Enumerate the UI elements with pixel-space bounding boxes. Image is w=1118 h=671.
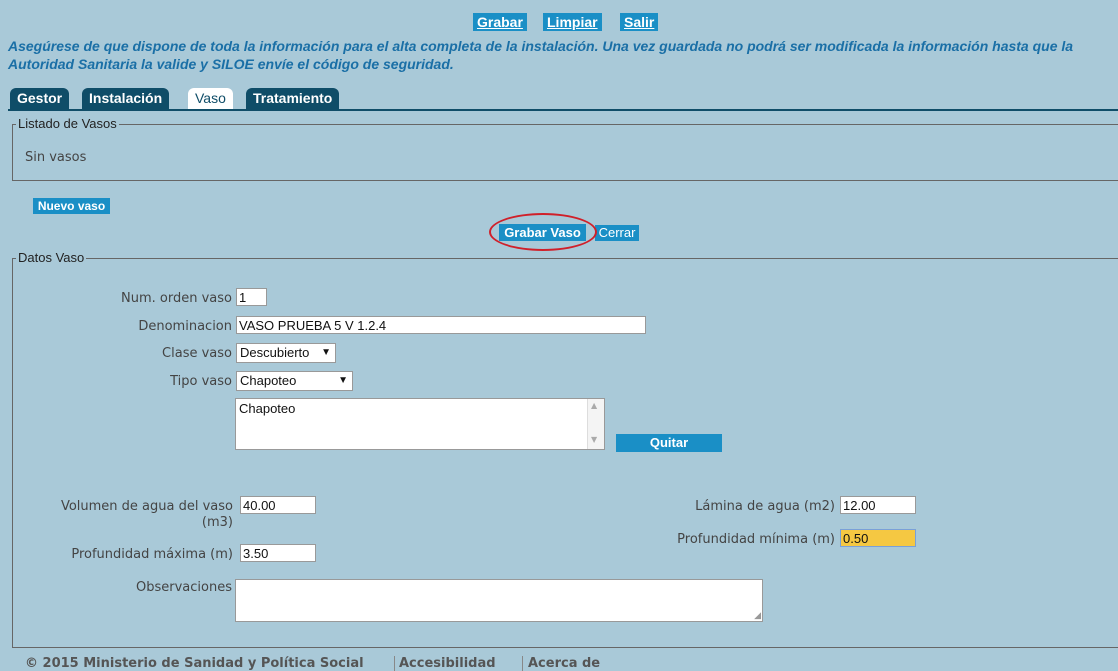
grabar-button[interactable]: Grabar (473, 13, 527, 31)
num-orden-label: Num. orden vaso (121, 291, 232, 306)
clase-vaso-label: Clase vaso (162, 346, 232, 361)
quitar-button[interactable]: Quitar (616, 434, 722, 452)
tipo-vaso-value: Chapoteo (240, 373, 297, 388)
salir-button[interactable]: Salir (620, 13, 659, 31)
tab-divider (8, 109, 1118, 111)
footer-copyright: © 2015 Ministerio de Sanidad y Política … (25, 656, 364, 671)
warning-message: Asegúrese de que dispone de toda la info… (8, 38, 1074, 72)
scroll-up-icon[interactable]: ▲ (591, 401, 597, 410)
scroll-down-icon[interactable]: ▼ (591, 435, 597, 444)
limpiar-button[interactable]: Limpiar (543, 13, 602, 31)
prof-max-input[interactable]: 3.50 (240, 544, 316, 562)
chevron-down-icon: ▼ (321, 347, 331, 358)
num-orden-input[interactable]: 1 (236, 288, 267, 306)
tab-vaso[interactable]: Vaso (188, 88, 233, 109)
listado-vasos-legend: Listado de Vasos (16, 116, 119, 131)
tipo-list-item[interactable]: Chapoteo (239, 401, 295, 416)
footer-accesibilidad-link[interactable]: Accesibilidad (399, 656, 496, 671)
observaciones-textarea[interactable]: ◢ (235, 579, 763, 622)
volumen-input[interactable]: 40.00 (240, 496, 316, 514)
datos-vaso-legend: Datos Vaso (16, 250, 87, 265)
tab-gestor[interactable]: Gestor (10, 88, 70, 109)
volumen-label: Volumen de agua del vaso (m3) (60, 499, 233, 530)
clase-vaso-value: Descubierto (240, 345, 310, 360)
prof-min-label: Profundidad mínima (m) (677, 532, 835, 547)
denominacion-input[interactable]: VASO PRUEBA 5 V 1.2.4 (236, 316, 646, 334)
tipo-vaso-listbox[interactable]: Chapoteo ▲ ▼ (235, 398, 605, 450)
tipo-vaso-label: Tipo vaso (170, 374, 232, 389)
prof-max-label: Profundidad máxima (m) (71, 547, 233, 562)
denominacion-label: Denominacion (138, 319, 232, 334)
annotation-circle (489, 213, 597, 251)
listado-vasos-fieldset (12, 124, 1118, 181)
lamina-label: Lámina de agua (m2) (695, 499, 835, 514)
nuevo-vaso-button[interactable]: Nuevo vaso (33, 198, 110, 214)
chevron-down-icon: ▼ (338, 375, 348, 386)
footer-acerca-link[interactable]: Acerca de (528, 656, 600, 671)
tab-instalacion[interactable]: Instalación (82, 88, 170, 109)
tipo-vaso-select[interactable]: Chapoteo ▼ (236, 371, 353, 391)
tab-tratamiento[interactable]: Tratamiento (246, 88, 340, 109)
listbox-scrollbar[interactable]: ▲ ▼ (587, 399, 604, 449)
cerrar-button[interactable]: Cerrar (595, 225, 639, 241)
prof-min-input[interactable]: 0.50 (840, 529, 916, 547)
resize-handle-icon[interactable]: ◢ (754, 611, 761, 621)
observaciones-label: Observaciones (136, 580, 232, 595)
footer-divider (522, 656, 523, 671)
clase-vaso-select[interactable]: Descubierto ▼ (236, 343, 336, 363)
footer-divider (394, 656, 395, 671)
lamina-input[interactable]: 12.00 (840, 496, 916, 514)
sin-vasos-text: Sin vasos (25, 150, 87, 165)
